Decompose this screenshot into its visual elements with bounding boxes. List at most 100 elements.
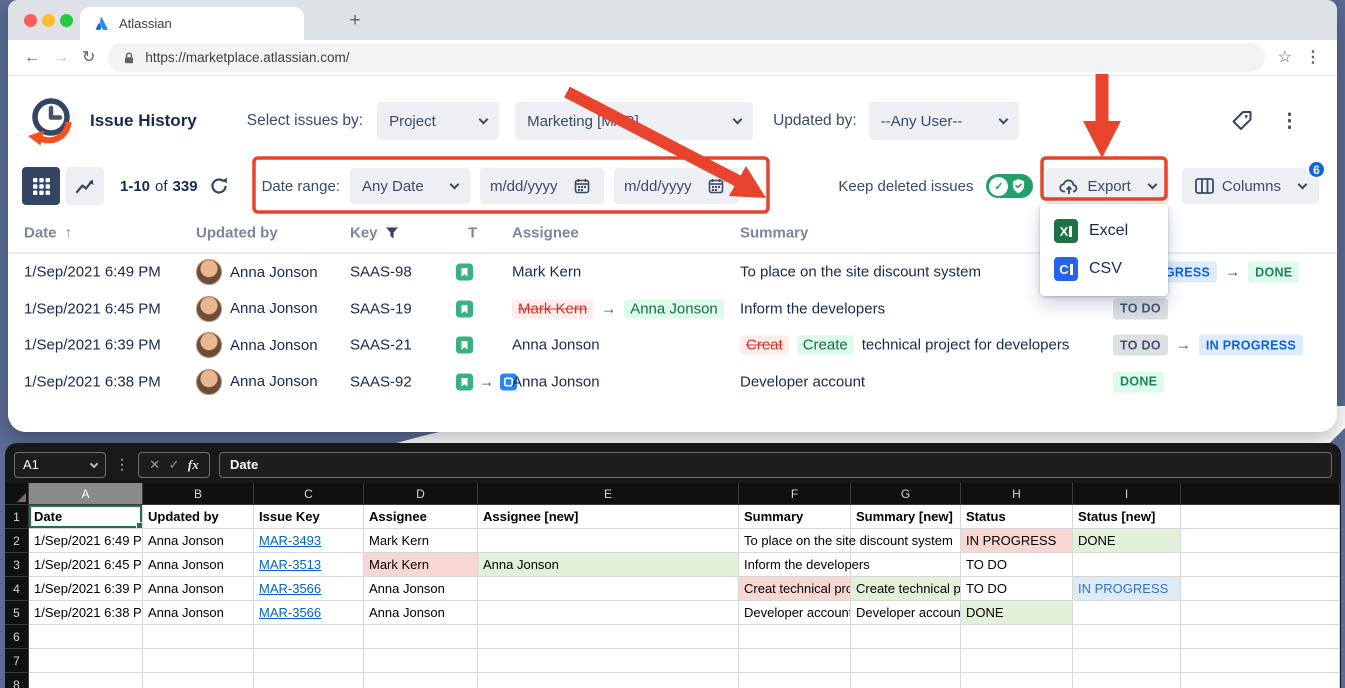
sheet-row-header-2[interactable]: 2 [5,529,29,553]
project-dropdown[interactable]: Marketing [MAR] [515,102,753,140]
refresh-icon[interactable] [208,176,230,196]
select-by-dropdown[interactable]: Project [377,102,499,140]
column-header-updated-by[interactable]: Updated by [196,225,278,242]
close-window-button[interactable] [24,14,37,27]
new-tab-button[interactable]: + [340,6,370,36]
cell-B5[interactable]: Anna Jonson [143,601,254,625]
cell-I7[interactable] [1073,649,1181,673]
sheet-column-header-B[interactable]: B [143,483,254,505]
cell-F5[interactable]: Developer account [739,601,851,625]
cell-G5[interactable]: Developer account [851,601,961,625]
cell-F8[interactable] [739,673,851,688]
issue-key[interactable]: SAAS-19 [350,300,412,317]
date-to-field[interactable] [614,168,738,204]
sheet-row-header-6[interactable]: 6 [5,625,29,649]
cell-C5[interactable]: MAR-3566 [254,601,364,625]
enter-icon[interactable]: ✓ [169,457,180,473]
sheet-row-header-7[interactable]: 7 [5,649,29,673]
cell-C2[interactable]: MAR-3493 [254,529,364,553]
cell-G4[interactable]: Create technical pro [851,577,961,601]
sheet-column-header-D[interactable]: D [364,483,478,505]
cell-I4[interactable]: IN PROGRESS [1073,577,1181,601]
issue-key[interactable]: SAAS-98 [350,264,412,281]
keep-deleted-toggle[interactable]: ✓ [986,174,1033,198]
cell-F4[interactable]: Creat technical proje [739,577,851,601]
cell-B7[interactable] [143,649,254,673]
sheet-column-header-F[interactable]: F [739,483,851,505]
date-to-input[interactable] [624,178,702,195]
cell-B3[interactable]: Anna Jonson [143,553,254,577]
cell-A5[interactable]: 1/Sep/2021 6:38 PM [29,601,143,625]
sheet-row-header-8[interactable]: 8 [5,673,29,688]
cancel-icon[interactable]: ✕ [149,457,160,473]
browser-tab[interactable]: Atlassian [80,7,304,40]
cell-E5[interactable] [478,601,739,625]
cell-C6[interactable] [254,625,364,649]
column-header-date[interactable]: Date↑ [24,225,72,242]
select-all-corner[interactable] [5,483,29,505]
sheet-row-header-1[interactable]: 1 [5,505,29,529]
cell-A2[interactable]: 1/Sep/2021 6:49 PM [29,529,143,553]
address-field[interactable]: https://marketplace.atlassian.com/ [108,43,1264,72]
cell-D5[interactable]: Anna Jonson [364,601,478,625]
bookmark-star-icon[interactable]: ☆ [1278,50,1292,66]
name-box[interactable]: A1 [14,452,106,478]
export-menu-item-csv[interactable]: C CSV [1040,250,1168,288]
back-icon[interactable]: ← [24,50,40,66]
cell-J1[interactable] [1181,505,1340,529]
cell-A6[interactable] [29,625,143,649]
export-button[interactable]: Export [1046,168,1168,204]
cell-A8[interactable] [29,673,143,688]
insert-function-icon[interactable]: fx [188,457,199,473]
cell-A4[interactable]: 1/Sep/2021 6:39 PM [29,577,143,601]
cell-J7[interactable] [1181,649,1340,673]
cell-F6[interactable] [739,625,851,649]
cell-A3[interactable]: 1/Sep/2021 6:45 PM [29,553,143,577]
cell-D6[interactable] [364,625,478,649]
cell-F2[interactable]: To place on the site discount system [739,529,851,553]
cell-C3[interactable]: MAR-3513 [254,553,364,577]
cell-E8[interactable] [478,673,739,688]
cell-B4[interactable]: Anna Jonson [143,577,254,601]
cell-E4[interactable] [478,577,739,601]
cell-C1[interactable]: Issue Key [254,505,364,529]
issue-row[interactable]: 1/Sep/2021 6:39 PM Anna Jonson SAAS-21 A… [8,327,1337,364]
cell-I5[interactable] [1073,601,1181,625]
reload-icon[interactable]: ↻ [82,50,95,66]
column-header-type[interactable]: T [468,225,477,242]
sheet-column-header-C[interactable]: C [254,483,364,505]
date-from-field[interactable] [480,168,604,204]
zoom-window-button[interactable] [60,14,73,27]
cell-G8[interactable] [851,673,961,688]
cell-B6[interactable] [143,625,254,649]
cell-F1[interactable]: Summary [739,505,851,529]
cell-G6[interactable] [851,625,961,649]
columns-button[interactable]: Columns [1182,168,1319,204]
issue-row[interactable]: 1/Sep/2021 6:38 PM Anna Jonson SAAS-92 →… [8,364,1337,401]
cell-J8[interactable] [1181,673,1340,688]
calendar-icon[interactable] [574,178,590,194]
grid-view-button[interactable] [22,167,60,205]
sheet-column-header-G[interactable]: G [851,483,961,505]
cell-H7[interactable] [961,649,1073,673]
cell-J4[interactable] [1181,577,1340,601]
cell-G7[interactable] [851,649,961,673]
sheet-row-header-5[interactable]: 5 [5,601,29,625]
cell-E1[interactable]: Assignee [new] [478,505,739,529]
cell-B2[interactable]: Anna Jonson [143,529,254,553]
cell-I3[interactable] [1073,553,1181,577]
cell-A1[interactable]: Date [29,505,143,529]
cell-J6[interactable] [1181,625,1340,649]
sheet-column-header-I[interactable]: I [1073,483,1181,505]
cell-H8[interactable] [961,673,1073,688]
column-header-summary[interactable]: Summary [740,225,808,242]
sheet-row-header-3[interactable]: 3 [5,553,29,577]
export-menu-item-excel[interactable]: X Excel [1040,212,1168,250]
sheet-column-header-E[interactable]: E [478,483,739,505]
app-menu-icon[interactable]: ⋮ [1280,110,1299,133]
tag-icon[interactable] [1230,109,1254,133]
cell-I8[interactable] [1073,673,1181,688]
cell-I6[interactable] [1073,625,1181,649]
cell-H5[interactable]: DONE [961,601,1073,625]
cell-E2[interactable] [478,529,739,553]
